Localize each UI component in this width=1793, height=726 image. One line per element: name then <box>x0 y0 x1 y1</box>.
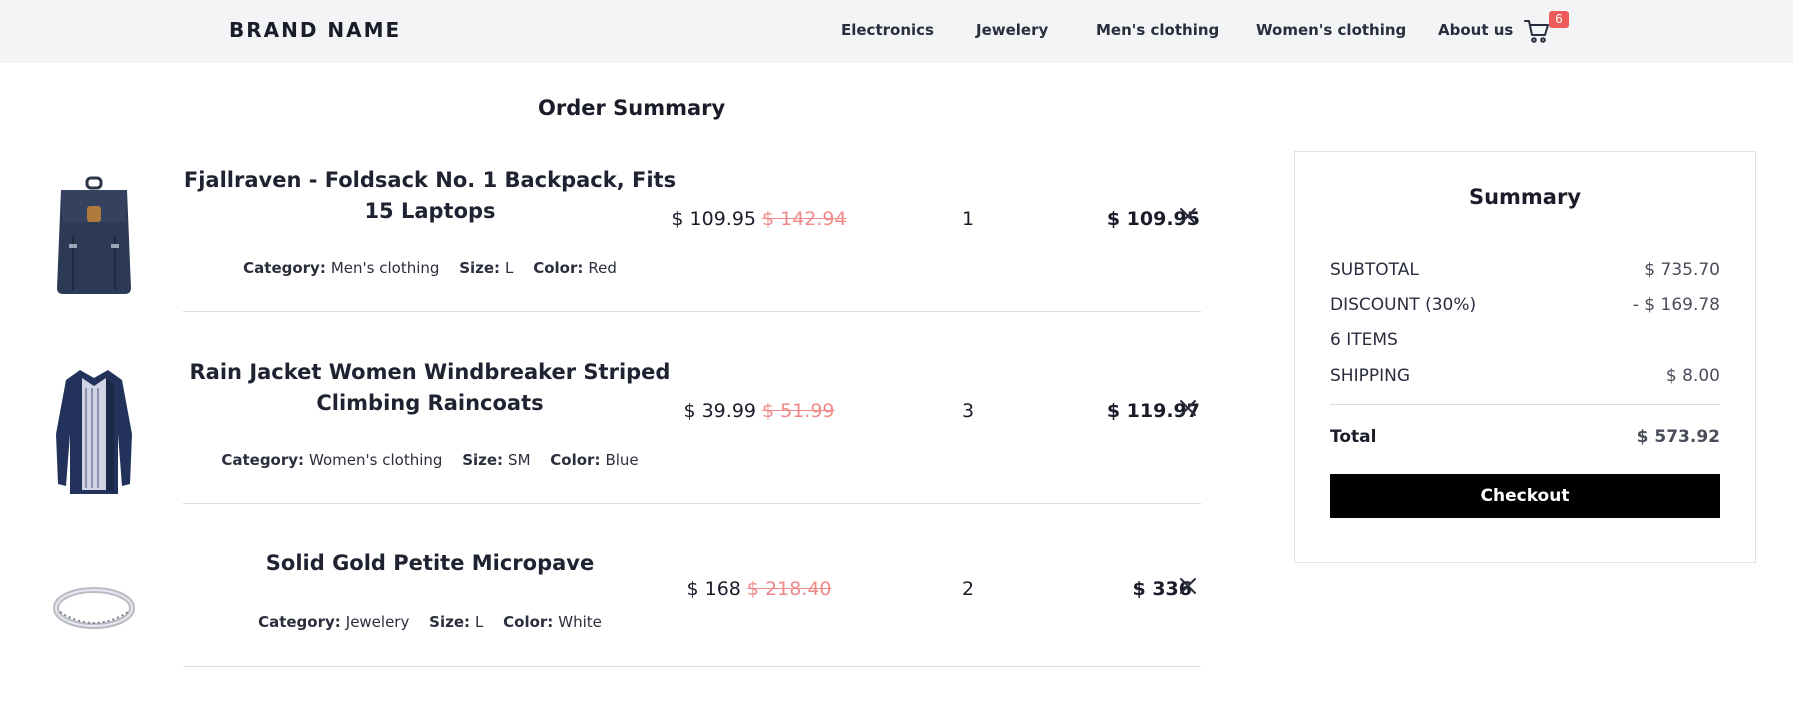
original-price: $ 51.99 <box>762 400 835 422</box>
color-label: Color: <box>503 613 554 631</box>
shipping-row: SHIPPING $ 8.00 <box>1330 366 1720 386</box>
remove-item-icon[interactable] <box>1177 397 1199 419</box>
size-label: Size: <box>429 613 470 631</box>
nav-link-electronics[interactable]: Electronics <box>841 21 934 39</box>
quantity[interactable]: 3 <box>928 400 1008 422</box>
remove-item-icon[interactable] <box>1177 205 1199 227</box>
original-price: $ 142.94 <box>762 208 847 230</box>
shipping-value: $ 8.00 <box>1665 366 1720 386</box>
color-value: Blue <box>605 451 639 469</box>
shopping-cart-icon[interactable] <box>1524 18 1550 44</box>
color-label: Color: <box>533 259 584 277</box>
shipping-label: SHIPPING <box>1330 366 1410 386</box>
subtotal-label: SUBTOTAL <box>1330 260 1419 280</box>
color-label: Color: <box>550 451 601 469</box>
summary-divider <box>1330 404 1720 405</box>
nav-link-jewelery[interactable]: Jewelery <box>976 21 1048 39</box>
nav-link-mens-clothing[interactable]: Men's clothing <box>1096 21 1219 39</box>
cart-count-badge: 6 <box>1549 11 1569 28</box>
remove-item-icon[interactable] <box>1177 575 1199 597</box>
unit-price: $ 109.95 $ 142.94 <box>659 208 859 230</box>
size-label: Size: <box>462 451 504 469</box>
items-count-row: 6 ITEMS <box>1330 330 1720 350</box>
items-count-label: 6 ITEMS <box>1330 330 1398 350</box>
top-navbar: BRAND NAME Electronics Jewelery Men's cl… <box>0 0 1793 63</box>
line-total: $ 119.97 <box>1106 400 1200 422</box>
product-attributes: Category: Men's clothing Size: L Color: Red <box>183 259 677 277</box>
quantity[interactable]: 1 <box>928 208 1008 230</box>
ring-icon <box>48 580 140 636</box>
nav-link-womens-clothing[interactable]: Women's clothing <box>1256 21 1406 39</box>
color-value: Red <box>588 259 617 277</box>
total-label: Total <box>1330 427 1377 447</box>
category-label: Category: <box>258 613 341 631</box>
page-title: Order Summary <box>538 96 726 120</box>
summary-title: Summary <box>1468 185 1582 209</box>
total-row: Total $ 573.92 <box>1330 427 1720 447</box>
checkout-button[interactable]: Checkout <box>1330 474 1720 518</box>
category-label: Category: <box>221 451 305 469</box>
current-price: $ 109.95 <box>671 208 756 230</box>
category-label: Category: <box>243 259 326 277</box>
nav-link-about-us[interactable]: About us <box>1438 21 1513 39</box>
backpack-icon <box>48 176 140 296</box>
size-value: L <box>505 259 514 277</box>
size-value: SM <box>508 451 531 469</box>
category-value: Women's clothing <box>309 451 443 469</box>
total-value: $ 573.92 <box>1636 427 1720 447</box>
product-name[interactable]: Solid Gold Petite Micropave <box>183 548 677 579</box>
product-name[interactable]: Rain Jacket Women Windbreaker Striped Cl… <box>183 357 677 419</box>
row-divider <box>183 666 1201 667</box>
category-value: Jewelery <box>345 613 410 631</box>
product-attributes: Category: Women's clothing Size: SM Color:… <box>183 451 677 469</box>
summary-card: Summary SUBTOTAL $ 735.70 DISCOUNT (30%)… <box>1294 151 1756 563</box>
current-price: $ 168 <box>686 578 741 600</box>
quantity[interactable]: 2 <box>928 578 1008 600</box>
product-name[interactable]: Fjallraven - Foldsack No. 1 Backpack, Fi… <box>183 165 677 227</box>
current-price: $ 39.99 <box>683 400 756 422</box>
original-price: $ 218.40 <box>746 578 832 600</box>
product-attributes: Category: Jewelery Size: L Color: White <box>183 613 677 631</box>
unit-price: $ 168 $ 218.40 <box>659 578 859 600</box>
jacket-icon <box>48 362 140 502</box>
size-label: Size: <box>459 259 501 277</box>
size-value: L <box>475 613 484 631</box>
brand-logo[interactable]: BRAND NAME <box>229 18 401 42</box>
row-divider <box>183 503 1201 504</box>
color-value: White <box>558 613 602 631</box>
discount-row: DISCOUNT (30%) - $ 169.78 <box>1330 295 1720 315</box>
discount-value: - $ 169.78 <box>1632 295 1720 315</box>
category-value: Men's clothing <box>330 259 440 277</box>
subtotal-value: $ 735.70 <box>1644 260 1720 280</box>
subtotal-row: SUBTOTAL $ 735.70 <box>1330 260 1720 280</box>
row-divider <box>183 311 1201 312</box>
unit-price: $ 39.99 $ 51.99 <box>659 400 859 422</box>
discount-label: DISCOUNT (30%) <box>1330 295 1477 315</box>
line-total: $ 336 <box>1132 578 1193 600</box>
line-total: $ 109.95 <box>1106 208 1200 230</box>
